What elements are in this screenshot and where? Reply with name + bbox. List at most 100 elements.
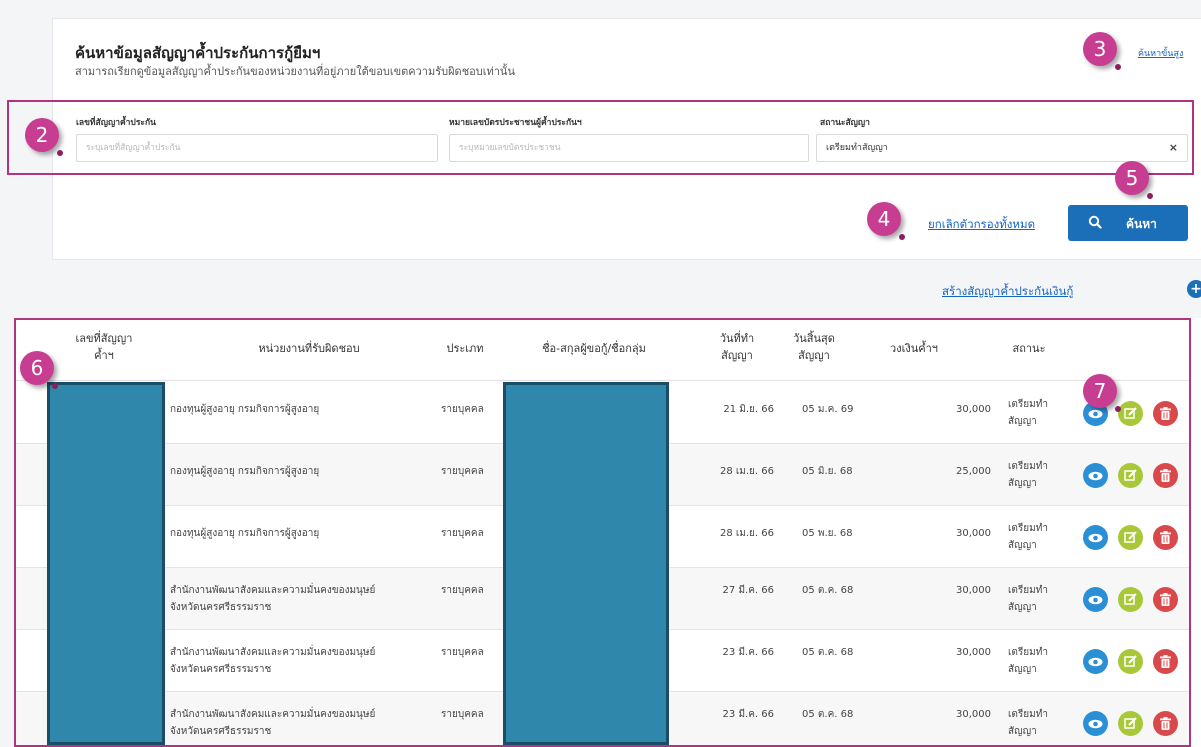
eye-icon <box>1088 471 1103 480</box>
eye-icon <box>1088 533 1103 542</box>
page-subtitle: สามารถเรียกดูข้อมูลสัญญาค้ำประกันของหน่ว… <box>75 65 515 78</box>
amount-cell: 25,000 <box>956 466 991 477</box>
status-line2: สัญญา <box>1008 664 1037 675</box>
th-end-line2: สัญญา <box>798 349 830 362</box>
type-cell: รายบุคคล <box>441 585 484 596</box>
annotation-badge-3: 3 <box>1083 32 1121 70</box>
edit-button[interactable] <box>1118 525 1143 550</box>
made-date-cell: 21 มิ.ย. 66 <box>723 404 774 415</box>
agency-line1: สำนักงานพัฒนาสังคมและความมั่นคงของมนุษย์ <box>170 647 376 658</box>
type-cell: รายบุคคล <box>441 528 484 539</box>
redacted-contract-no <box>47 382 165 745</box>
eye-icon <box>1088 595 1103 604</box>
status-cell: เตรียมทำ สัญญา <box>1008 582 1048 616</box>
edit-icon <box>1124 531 1137 543</box>
id-card-input[interactable] <box>449 134 809 162</box>
id-card-label: หมายเลขบัตรประชาชนผู้ค้ำประกันฯ <box>449 118 582 128</box>
search-button-label: ค้นหา <box>1126 217 1157 231</box>
view-button[interactable] <box>1083 525 1108 550</box>
end-date-cell: 05 ต.ค. 68 <box>802 585 854 596</box>
plus-circle-icon[interactable]: + <box>1187 280 1201 298</box>
delete-button[interactable] <box>1153 711 1178 736</box>
th-end-line1: วันสิ้นสุด <box>793 332 835 345</box>
status-line1: เตรียมทำ <box>1008 523 1048 534</box>
status-line2: สัญญา <box>1008 540 1037 551</box>
th-amount: วงเงินค้ำฯ <box>890 342 938 355</box>
eye-icon <box>1088 719 1103 728</box>
end-date-cell: 05 พ.ย. 68 <box>802 528 853 539</box>
contract-no-label: เลขที่สัญญาค้ำประกัน <box>76 118 156 128</box>
status-line2: สัญญา <box>1008 416 1037 427</box>
view-button[interactable] <box>1083 463 1108 488</box>
create-contract-link[interactable]: สร้างสัญญาค้ำประกันเงินกู้ <box>942 283 1073 301</box>
made-date-cell: 23 มี.ค. 66 <box>722 709 774 720</box>
made-date-cell: 23 มี.ค. 66 <box>722 647 774 658</box>
agency-cell: กองทุนผู้สูงอายุ กรมกิจการผู้สูงอายุ <box>170 401 430 418</box>
edit-icon <box>1124 469 1137 481</box>
type-cell: รายบุคคล <box>441 404 484 415</box>
trash-icon <box>1160 469 1171 482</box>
end-date-cell: 05 มิ.ย. 68 <box>802 466 853 477</box>
status-label: สถานะสัญญา <box>820 118 870 128</box>
th-agency: หน่วยงานที่รับผิดชอบ <box>258 342 360 355</box>
made-date-cell: 28 เม.ย. 66 <box>719 528 774 539</box>
trash-icon <box>1160 717 1171 730</box>
edit-button[interactable] <box>1118 463 1143 488</box>
trash-icon <box>1160 593 1171 606</box>
delete-button[interactable] <box>1153 525 1178 550</box>
delete-button[interactable] <box>1153 463 1178 488</box>
type-cell: รายบุคคล <box>441 647 484 658</box>
th-contract-no-line1: เลขที่สัญญา <box>75 332 133 345</box>
status-line1: เตรียมทำ <box>1008 461 1048 472</box>
th-made-line2: สัญญา <box>721 349 753 362</box>
agency-cell: กองทุนผู้สูงอายุ กรมกิจการผู้สูงอายุ <box>170 463 430 480</box>
agency-cell: กองทุนผู้สูงอายุ กรมกิจการผู้สูงอายุ <box>170 525 430 542</box>
edit-button[interactable] <box>1118 649 1143 674</box>
close-icon[interactable]: × <box>1169 135 1178 161</box>
status-cell: เตรียมทำ สัญญา <box>1008 706 1048 740</box>
edit-button[interactable] <box>1118 401 1143 426</box>
status-line2: สัญญา <box>1008 602 1037 613</box>
search-button[interactable]: ค้นหา <box>1068 205 1188 241</box>
annotation-badge-4: 4 <box>867 202 905 240</box>
contract-no-input[interactable] <box>76 134 438 162</box>
eye-icon <box>1088 409 1103 418</box>
th-end-date: วันสิ้นสุด สัญญา <box>779 330 849 364</box>
end-date-cell: 05 ต.ค. 68 <box>802 647 854 658</box>
view-button[interactable] <box>1083 649 1108 674</box>
agency-line2: จังหวัดนครศรีธรรมราช <box>170 664 272 675</box>
end-date-cell: 05 ม.ค. 69 <box>802 404 854 415</box>
annotation-badge-2: 2 <box>25 118 63 156</box>
th-contract-no: เลขที่สัญญา ค้ำฯ <box>64 330 144 364</box>
redacted-borrower-name <box>503 382 669 745</box>
view-button[interactable] <box>1083 587 1108 612</box>
agency-line2: จังหวัดนครศรีธรรมราช <box>170 726 272 737</box>
status-cell: เตรียมทำ สัญญา <box>1008 644 1048 678</box>
type-cell: รายบุคคล <box>441 709 484 720</box>
made-date-cell: 27 มี.ค. 66 <box>722 585 774 596</box>
status-line1: เตรียมทำ <box>1008 647 1048 658</box>
type-cell: รายบุคคล <box>441 466 484 477</box>
agency-line1: กองทุนผู้สูงอายุ กรมกิจการผู้สูงอายุ <box>170 466 320 477</box>
clear-filters-link[interactable]: ยกเลิกตัวกรองทั้งหมด <box>928 216 1035 234</box>
trash-icon <box>1160 531 1171 544</box>
edit-button[interactable] <box>1118 587 1143 612</box>
edit-icon <box>1124 717 1137 729</box>
amount-cell: 30,000 <box>956 404 991 415</box>
delete-button[interactable] <box>1153 401 1178 426</box>
table-header: เลขที่สัญญา ค้ำฯ หน่วยงานที่รับผิดชอบ ปร… <box>14 318 1191 381</box>
agency-cell: สำนักงานพัฒนาสังคมและความมั่นคงของมนุษย์… <box>170 644 430 678</box>
end-date-cell: 05 ต.ค. 68 <box>802 709 854 720</box>
status-line1: เตรียมทำ <box>1008 585 1048 596</box>
status-cell: เตรียมทำ สัญญา <box>1008 458 1048 492</box>
view-button[interactable] <box>1083 711 1108 736</box>
agency-line1: สำนักงานพัฒนาสังคมและความมั่นคงของมนุษย์ <box>170 585 376 596</box>
amount-cell: 30,000 <box>956 647 991 658</box>
th-contract-no-line2: ค้ำฯ <box>94 349 114 362</box>
status-select[interactable]: เตรียมทำสัญญา × <box>816 134 1188 162</box>
edit-button[interactable] <box>1118 711 1143 736</box>
delete-button[interactable] <box>1153 587 1178 612</box>
advanced-search-link[interactable]: ค้นหาขั้นสูง <box>1138 46 1183 60</box>
status-select-value: เตรียมทำสัญญา <box>826 143 888 153</box>
delete-button[interactable] <box>1153 649 1178 674</box>
